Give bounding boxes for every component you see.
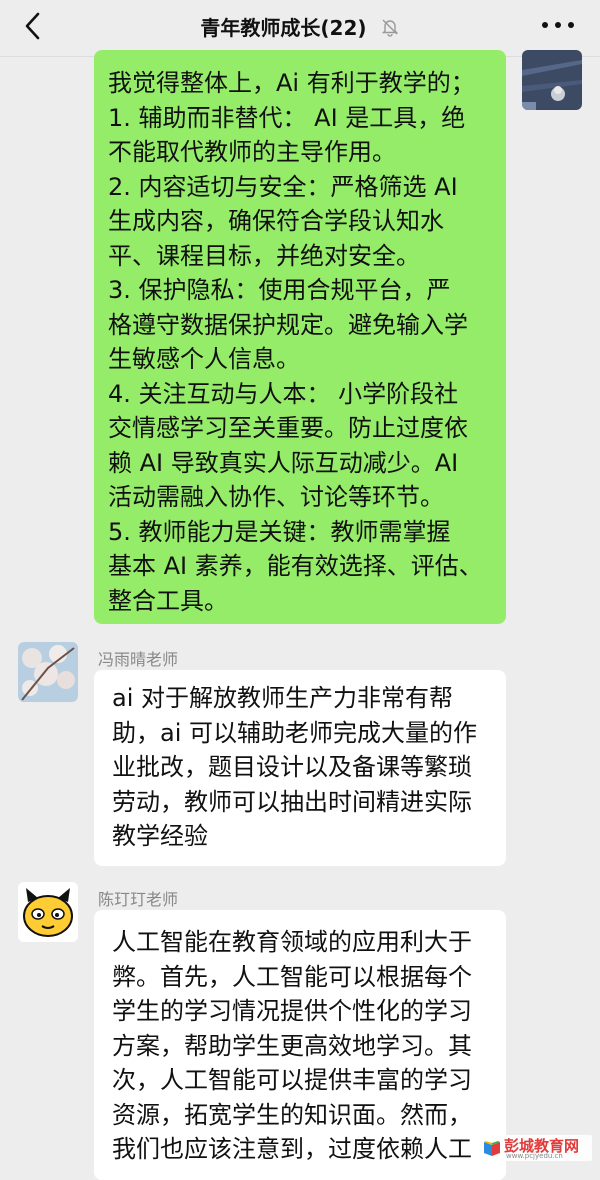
mute-bell-icon — [380, 17, 400, 37]
chat-header: 青年教师成长(22) — [0, 0, 600, 57]
more-icon[interactable] — [540, 20, 576, 30]
title-wrap: 青年教师成长(22) — [0, 12, 600, 41]
message-bubble-feng[interactable]: ai 对于解放教师生产力非常有帮 助，ai 可以辅助老师完成大量的作 业批改，题… — [94, 670, 506, 866]
message-bubble-self[interactable]: 我觉得整体上，Ai 有利于教学的； 1. 辅助而非替代： AI 是工具，绝 不能… — [94, 50, 506, 624]
sender-avatar-feng[interactable] — [18, 642, 78, 702]
avatar-image — [18, 882, 78, 942]
book-logo-icon — [482, 1138, 502, 1158]
avatar-image — [522, 50, 582, 110]
message-bubble-chen[interactable]: 人工智能在教育领域的应用利大于 弊。首先，人工智能可以根据每个 学生的学习情况提… — [94, 910, 506, 1180]
site-watermark: 彭城教育网 www.pcjyedu.cn — [480, 1135, 592, 1161]
sender-name: 冯雨晴老师 — [98, 646, 178, 670]
sender-avatar-chen[interactable] — [18, 882, 78, 942]
chat-title[interactable]: 青年教师成长(22) — [200, 12, 366, 41]
watermark-url: www.pcjyedu.cn — [506, 1152, 563, 1160]
self-avatar[interactable] — [522, 50, 582, 110]
avatar-image — [18, 642, 78, 702]
sender-name: 陈玎玎老师 — [98, 886, 178, 910]
